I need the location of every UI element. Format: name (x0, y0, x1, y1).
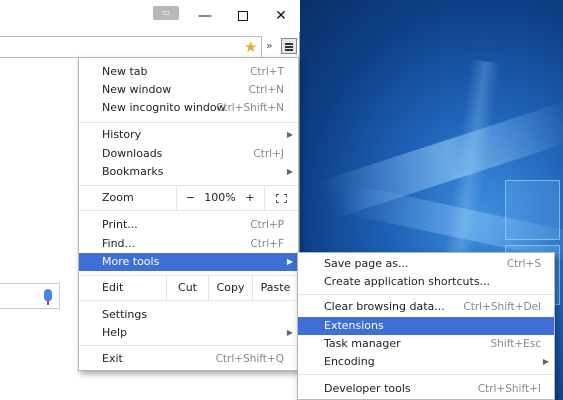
paste-button[interactable]: Paste (252, 276, 298, 300)
menu-item-settings[interactable]: Settings (79, 306, 298, 324)
menu-item-new-tab[interactable]: New tab Ctrl+T (79, 63, 298, 81)
menu-item-label: New tab (102, 65, 148, 78)
submenu-arrow-icon: ▶ (286, 167, 293, 176)
extensions-overflow-icon[interactable]: » (266, 39, 273, 52)
copy-button[interactable]: Copy (208, 276, 252, 300)
menu-item-label: Downloads (102, 147, 163, 160)
menu-item-new-window[interactable]: New window Ctrl+N (79, 81, 298, 99)
close-icon: ✕ (275, 8, 287, 24)
google-search-box[interactable] (0, 283, 60, 309)
wallpaper-window-pane (505, 180, 560, 240)
shortcut-label: Shift+Esc (490, 338, 541, 350)
shortcut-label: Ctrl+Shift+Q (215, 353, 284, 365)
menu-separator (79, 345, 298, 346)
menu-item-label: Settings (102, 308, 148, 321)
shortcut-label: Ctrl+J (253, 148, 284, 160)
chrome-menu-button[interactable] (281, 38, 297, 54)
menu-item-label: Help (102, 326, 128, 339)
hamburger-line (285, 49, 293, 51)
minimize-button[interactable]: — (192, 6, 218, 26)
toolbar: ★ » (0, 36, 300, 58)
address-bar[interactable]: ★ (0, 36, 262, 58)
menu-item-more-tools[interactable]: More tools ▶ (79, 253, 298, 271)
menu-item-label: Exit (102, 352, 123, 365)
menu-item-label: Extensions (324, 319, 384, 332)
menu-item-print[interactable]: Print... Ctrl+P (79, 216, 298, 234)
menu-item-label: Encoding (324, 355, 375, 368)
submenu-item-clear-browsing-data[interactable]: Clear browsing data... Ctrl+Shift+Del (298, 298, 554, 316)
hamburger-line (285, 43, 293, 45)
submenu-item-extensions[interactable]: Extensions (298, 317, 554, 335)
bookmark-star-icon[interactable]: ★ (244, 38, 257, 56)
zoom-in-button[interactable]: + (236, 186, 264, 210)
menu-item-bookmarks[interactable]: Bookmarks ▶ (79, 163, 298, 181)
submenu-arrow-icon: ▶ (542, 357, 549, 366)
menu-item-label: Print... (102, 218, 138, 231)
edit-label: Edit (102, 281, 124, 294)
shortcut-label: Ctrl+Shift+Del (463, 301, 541, 313)
hamburger-line (285, 46, 293, 48)
submenu-item-save-page-as[interactable]: Save page as... Ctrl+S (298, 255, 554, 273)
maximize-icon (238, 11, 248, 21)
menu-item-label: Find... (102, 237, 136, 250)
microphone-icon[interactable] (44, 289, 52, 305)
close-button[interactable]: ✕ (268, 6, 294, 26)
submenu-item-task-manager[interactable]: Task manager Shift+Esc (298, 335, 554, 353)
menu-item-label: Bookmarks (102, 165, 164, 178)
menu-item-label: History (102, 128, 142, 141)
menu-item-label: Developer tools (324, 382, 411, 395)
cut-button[interactable]: Cut (166, 276, 208, 300)
profile-badge-icon[interactable]: ▭ (153, 6, 179, 20)
menu-item-new-incognito-window[interactable]: New incognito window Ctrl+Shift+N (79, 99, 298, 117)
menu-item-downloads[interactable]: Downloads Ctrl+J (79, 145, 298, 163)
menu-item-label: Task manager (324, 337, 401, 350)
menu-item-label: New incognito window (102, 101, 226, 114)
submenu-arrow-icon: ▶ (286, 328, 293, 337)
zoom-label: Zoom (102, 191, 134, 204)
fullscreen-button[interactable] (264, 186, 298, 210)
menu-item-help[interactable]: Help ▶ (79, 324, 298, 342)
shortcut-label: Ctrl+S (506, 258, 541, 270)
shortcut-label: Ctrl+Shift+I (477, 383, 541, 395)
menu-separator (298, 374, 554, 375)
menu-item-history[interactable]: History ▶ (79, 126, 298, 144)
menu-item-label: More tools (102, 255, 160, 268)
shortcut-label: Ctrl+P (250, 219, 284, 231)
zoom-row: Zoom − 100% + (79, 185, 298, 211)
title-bar: ▭ — ✕ (0, 0, 300, 32)
submenu-arrow-icon: ▶ (286, 130, 293, 139)
menu-separator (298, 294, 554, 295)
more-tools-submenu: Save page as... Ctrl+S Create applicatio… (297, 252, 555, 400)
shortcut-label: Ctrl+F (250, 238, 284, 250)
minimize-icon: — (198, 8, 212, 24)
submenu-item-encoding[interactable]: Encoding ▶ (298, 353, 554, 371)
menu-item-label: New window (102, 83, 172, 96)
menu-item-label: Save page as... (324, 257, 409, 270)
menu-item-label: Create application shortcuts... (324, 275, 491, 288)
menu-item-label: Clear browsing data... (324, 300, 445, 313)
fullscreen-icon (276, 193, 287, 203)
shortcut-label: Ctrl+T (250, 66, 284, 78)
maximize-button[interactable] (230, 6, 256, 26)
menu-item-exit[interactable]: Exit Ctrl+Shift+Q (79, 350, 298, 368)
submenu-item-developer-tools[interactable]: Developer tools Ctrl+Shift+I (298, 380, 554, 398)
submenu-arrow-icon: ▶ (286, 257, 293, 266)
shortcut-label: Ctrl+Shift+N (216, 102, 284, 114)
menu-item-find[interactable]: Find... Ctrl+F (79, 235, 298, 253)
menu-separator (79, 122, 298, 123)
shortcut-label: Ctrl+N (248, 84, 284, 96)
submenu-item-create-application-shortcuts[interactable]: Create application shortcuts... (298, 273, 554, 291)
chrome-main-menu: New tab Ctrl+T New window Ctrl+N New inc… (78, 57, 299, 371)
zoom-level: 100% (204, 191, 236, 204)
edit-row: Edit Cut Copy Paste (79, 275, 298, 301)
zoom-out-button[interactable]: − (176, 186, 204, 210)
